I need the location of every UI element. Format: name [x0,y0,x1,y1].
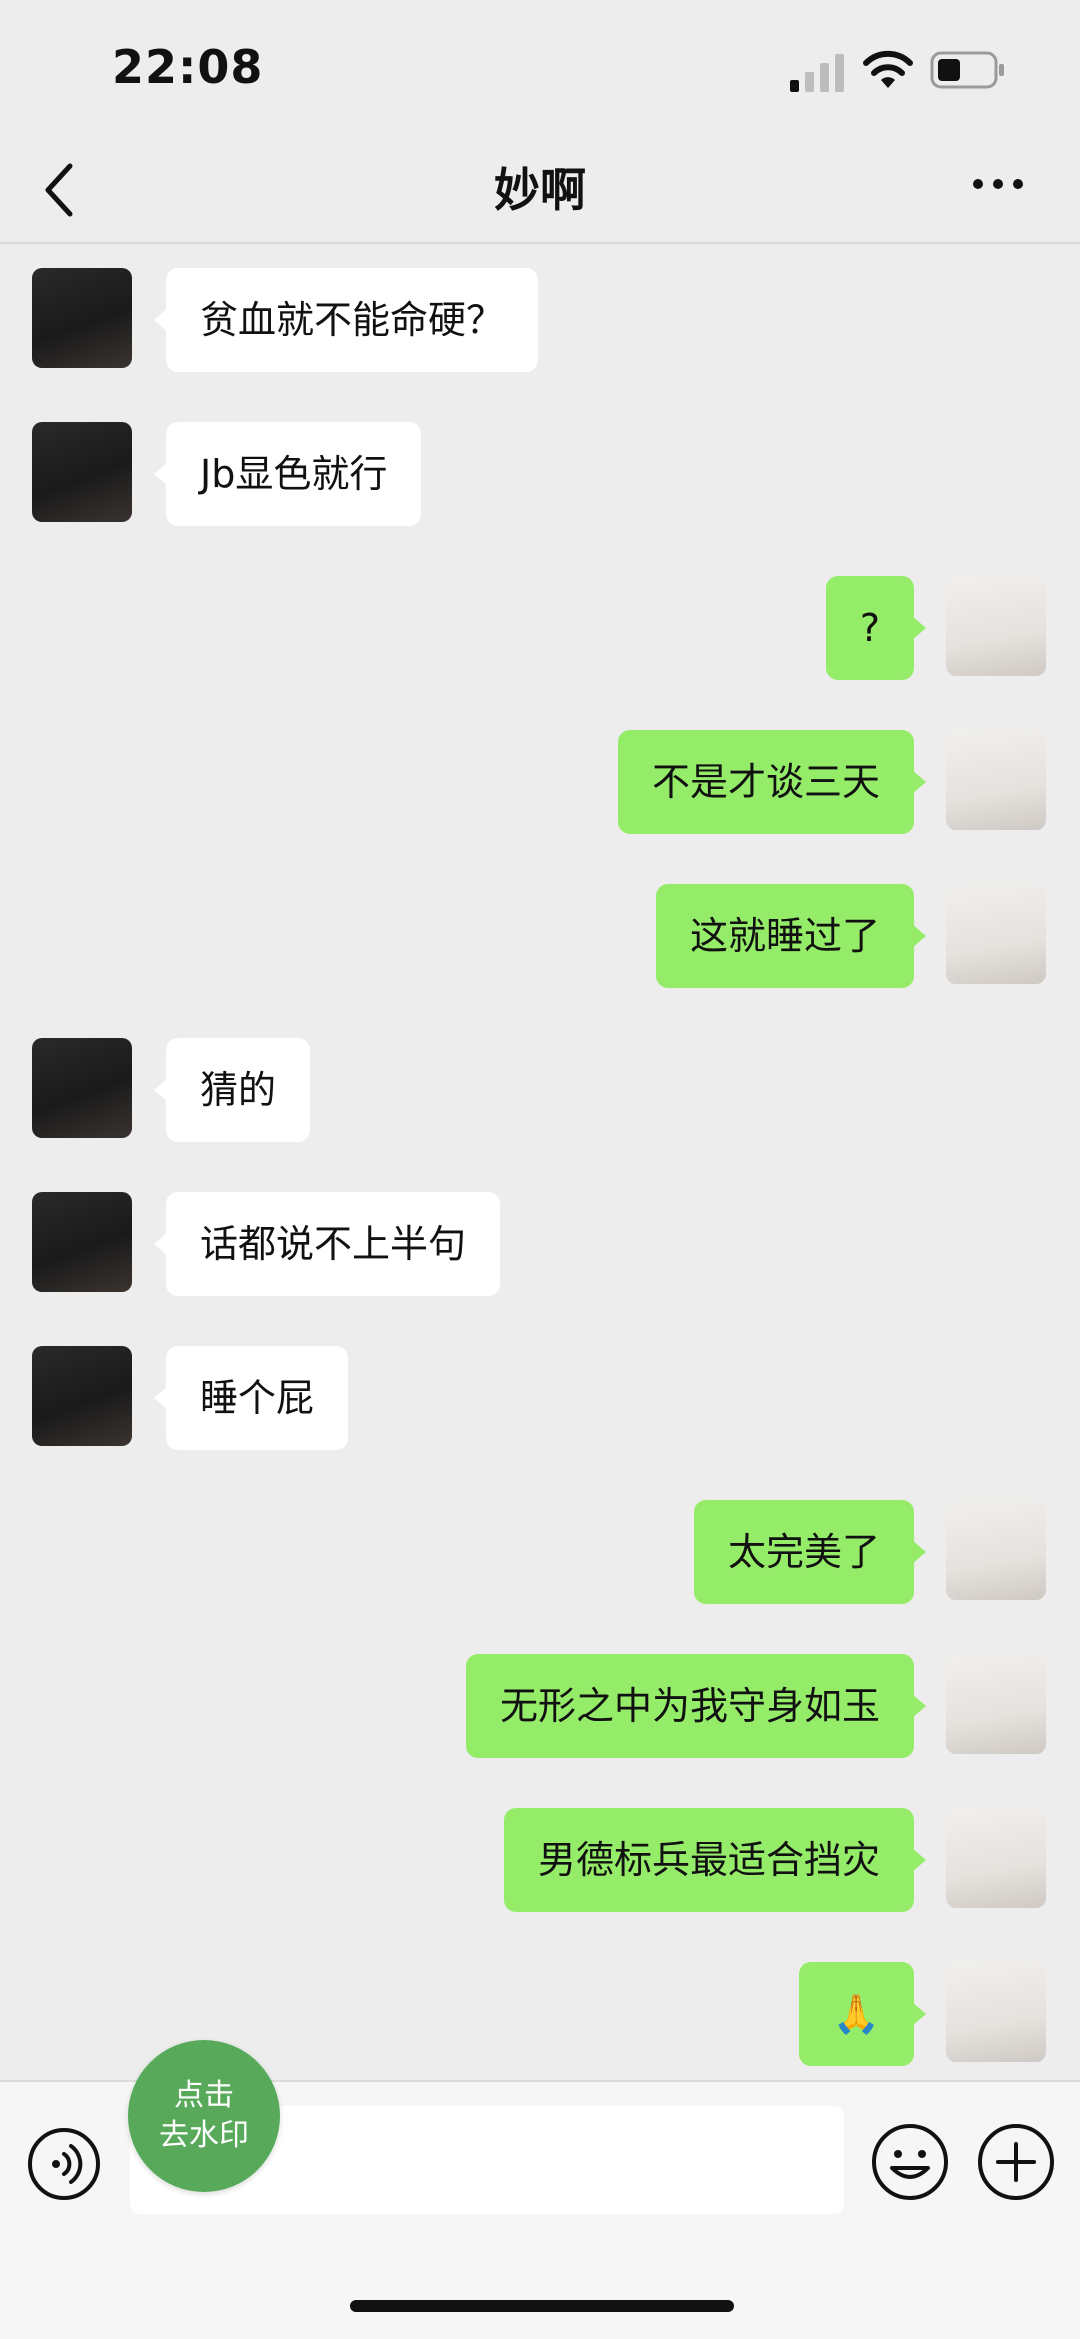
message-row: 贫血就不能命硬？ [0,268,1080,372]
chat-title: 妙啊 [494,163,586,217]
avatar[interactable] [32,1346,132,1446]
remove-watermark-line2: 去水印 [159,2118,249,2153]
remove-watermark-button[interactable]: 点击 去水印 [128,2040,280,2192]
message-bubble[interactable]: 话都说不上半句 [153,1192,501,1296]
avatar[interactable] [32,268,132,368]
message-row: Jb显色就行 [0,422,1080,526]
message-row: 🙏 [0,1962,1080,2066]
message-row: 男德标兵最适合挡灾 [0,1808,1080,1912]
message-row: 无形之中为我守身如玉 [0,1654,1080,1758]
message-bubble[interactable]: 这就睡过了 [655,884,927,988]
voice-icon[interactable] [26,2126,102,2202]
message-bubble[interactable]: 不是才谈三天 [617,730,927,834]
message-row: 睡个屁 [0,1346,1080,1450]
avatar[interactable] [946,730,1046,830]
message-row: 话都说不上半句 [0,1192,1080,1296]
message-list: 贫血就不能命硬？ Jb显色就行 ? 不是才谈三天 这就睡过了 猜的 话都说不上半… [0,244,1080,2080]
plus-icon[interactable] [976,2122,1056,2202]
signal-icon [790,54,844,92]
emoji-icon[interactable] [870,2122,950,2202]
avatar[interactable] [946,576,1046,676]
message-row: 这就睡过了 [0,884,1080,988]
avatar[interactable] [946,1654,1046,1754]
message-bubble[interactable]: 睡个屁 [153,1346,349,1450]
battery-icon [930,51,1004,89]
avatar[interactable] [946,1808,1046,1908]
message-bubble[interactable]: 🙏 [798,1962,927,2066]
avatar[interactable] [946,884,1046,984]
avatar[interactable] [32,1038,132,1138]
wifi-icon [863,50,913,88]
message-bubble[interactable]: Jb显色就行 [153,422,422,526]
message-row: 猜的 [0,1038,1080,1142]
message-row: 不是才谈三天 [0,730,1080,834]
remove-watermark-line1: 点击 [174,2078,234,2113]
chat-header: 妙啊 [0,140,1080,244]
status-bar: 22:08 [0,0,1080,140]
message-bubble[interactable]: 男德标兵最适合挡灾 [503,1808,927,1912]
avatar[interactable] [946,1500,1046,1600]
message-bubble[interactable]: 贫血就不能命硬？ [153,268,539,372]
message-row: ? [0,576,1080,680]
status-time: 22:08 [112,40,264,94]
message-bubble[interactable]: ? [825,576,927,680]
avatar[interactable] [32,422,132,522]
home-indicator [350,2300,734,2312]
more-dots-icon[interactable] [970,174,1026,194]
avatar[interactable] [946,1962,1046,2062]
avatar[interactable] [32,1192,132,1292]
message-bubble[interactable]: 无形之中为我守身如玉 [465,1654,927,1758]
message-bubble[interactable]: 猜的 [153,1038,311,1142]
message-row: 太完美了 [0,1500,1080,1604]
message-bubble[interactable]: 太完美了 [693,1500,927,1604]
